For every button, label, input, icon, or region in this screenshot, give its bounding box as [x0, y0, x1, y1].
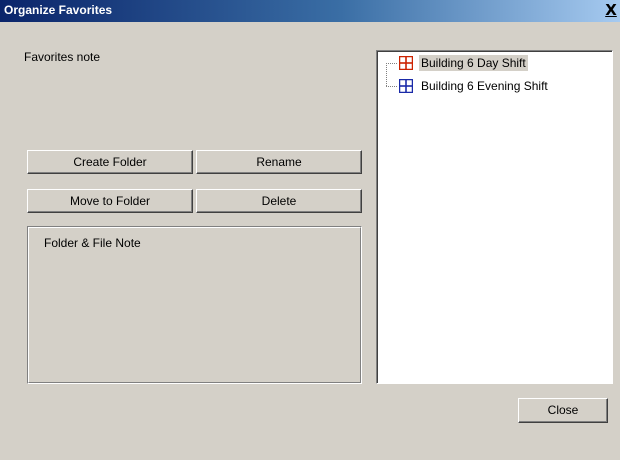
- grid-red-icon: [399, 56, 413, 70]
- rename-button[interactable]: Rename: [196, 150, 362, 174]
- create-folder-button[interactable]: Create Folder: [27, 150, 193, 174]
- tree-connector-lines: [386, 63, 398, 87]
- window-title: Organize Favorites: [4, 3, 113, 17]
- close-button[interactable]: Close: [518, 398, 608, 423]
- organize-favorites-dialog: Organize Favorites X Favorites note Crea…: [0, 0, 620, 460]
- folder-file-note-label: Folder & File Note: [44, 236, 141, 250]
- title-bar[interactable]: Organize Favorites X: [0, 0, 620, 22]
- delete-button[interactable]: Delete: [196, 189, 362, 213]
- move-to-folder-button[interactable]: Move to Folder: [27, 189, 193, 213]
- grid-blue-icon: [399, 79, 413, 93]
- close-window-icon[interactable]: X: [604, 3, 618, 18]
- tree-item-label: Building 6 Day Shift: [419, 55, 528, 71]
- favorites-tree[interactable]: Building 6 Day Shift Building 6 Evening …: [376, 50, 613, 384]
- tree-item-label: Building 6 Evening Shift: [421, 79, 548, 93]
- favorites-note-label: Favorites note: [24, 50, 101, 64]
- folder-file-note-panel: Folder & File Note: [27, 226, 362, 384]
